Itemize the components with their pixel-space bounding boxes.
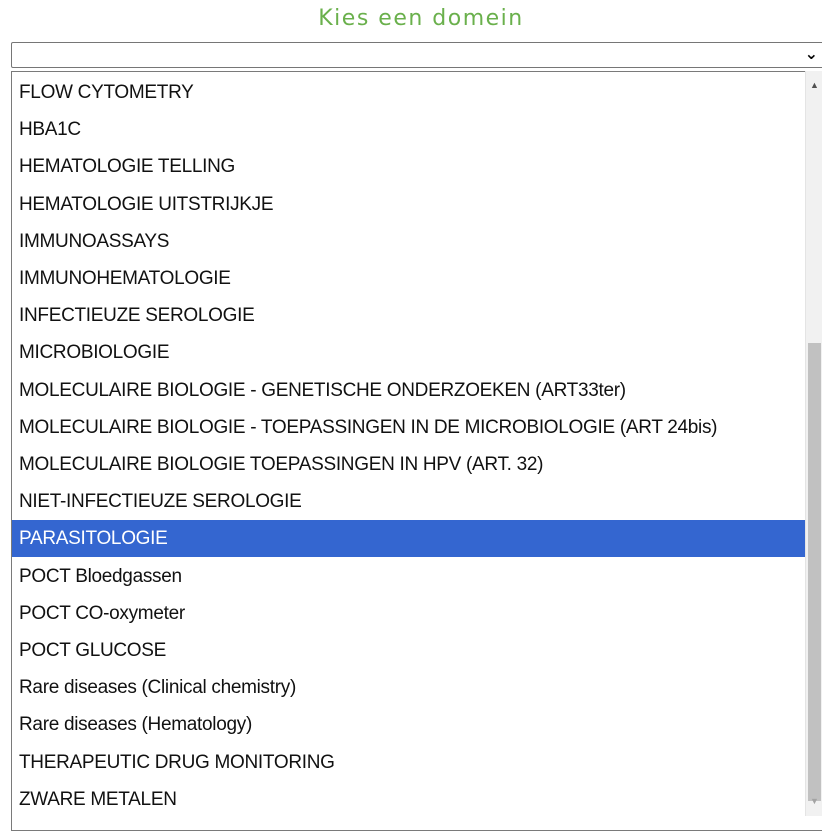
domain-select[interactable]: ⌄ xyxy=(11,42,822,68)
option-item[interactable]: POCT CO-oxymeter xyxy=(12,595,805,632)
option-item[interactable]: IMMUNOHEMATOLOGIE xyxy=(12,260,805,297)
option-item[interactable]: HBA1C xyxy=(12,111,805,148)
option-item[interactable]: IMMUNOASSAYS xyxy=(12,223,805,260)
option-item[interactable]: HEMATOLOGIE UITSTRIJKJE xyxy=(12,186,805,223)
option-item[interactable]: MICROBIOLOGIE xyxy=(12,334,805,371)
option-item[interactable]: MOLECULAIRE BIOLOGIE TOEPASSINGEN IN HPV… xyxy=(12,446,805,483)
option-item[interactable]: HEMATOLOGIE TELLING xyxy=(12,148,805,185)
option-item[interactable]: PARASITOLOGIE xyxy=(12,520,805,558)
scrollbar-thumb[interactable] xyxy=(808,343,821,801)
option-item[interactable]: MOLECULAIRE BIOLOGIE - GENETISCHE ONDERZ… xyxy=(12,372,805,409)
scroll-up-arrow-icon[interactable]: ▲ xyxy=(806,77,822,94)
chevron-down-icon[interactable]: ⌄ xyxy=(805,45,818,65)
domain-option-list[interactable]: FLOW CYTOMETRY HBA1C HEMATOLOGIE TELLING HE… xyxy=(11,71,822,831)
option-item[interactable]: MOLECULAIRE BIOLOGIE - TOEPASSINGEN IN D… xyxy=(12,409,805,446)
page-title: Kies een domein xyxy=(318,6,524,31)
scroll-down-arrow-icon[interactable]: ▼ xyxy=(806,793,822,810)
option-item[interactable]: THERAPEUTIC DRUG MONITORING xyxy=(12,744,805,781)
option-item[interactable]: FLOW CYTOMETRY xyxy=(12,74,805,111)
option-item[interactable]: POCT Bloedgassen xyxy=(12,558,805,595)
option-item[interactable]: Rare diseases (Hematology) xyxy=(12,706,805,743)
option-item[interactable]: ZWARE METALEN xyxy=(12,781,805,818)
list-scrollbar[interactable]: ▲ ▼ xyxy=(805,71,822,816)
option-item[interactable]: NIET-INFECTIEUZE SEROLOGIE xyxy=(12,483,805,520)
option-item[interactable]: INFECTIEUZE SEROLOGIE xyxy=(12,297,805,334)
option-item[interactable]: Rare diseases (Clinical chemistry) xyxy=(12,669,805,706)
option-item[interactable]: POCT GLUCOSE xyxy=(12,632,805,669)
